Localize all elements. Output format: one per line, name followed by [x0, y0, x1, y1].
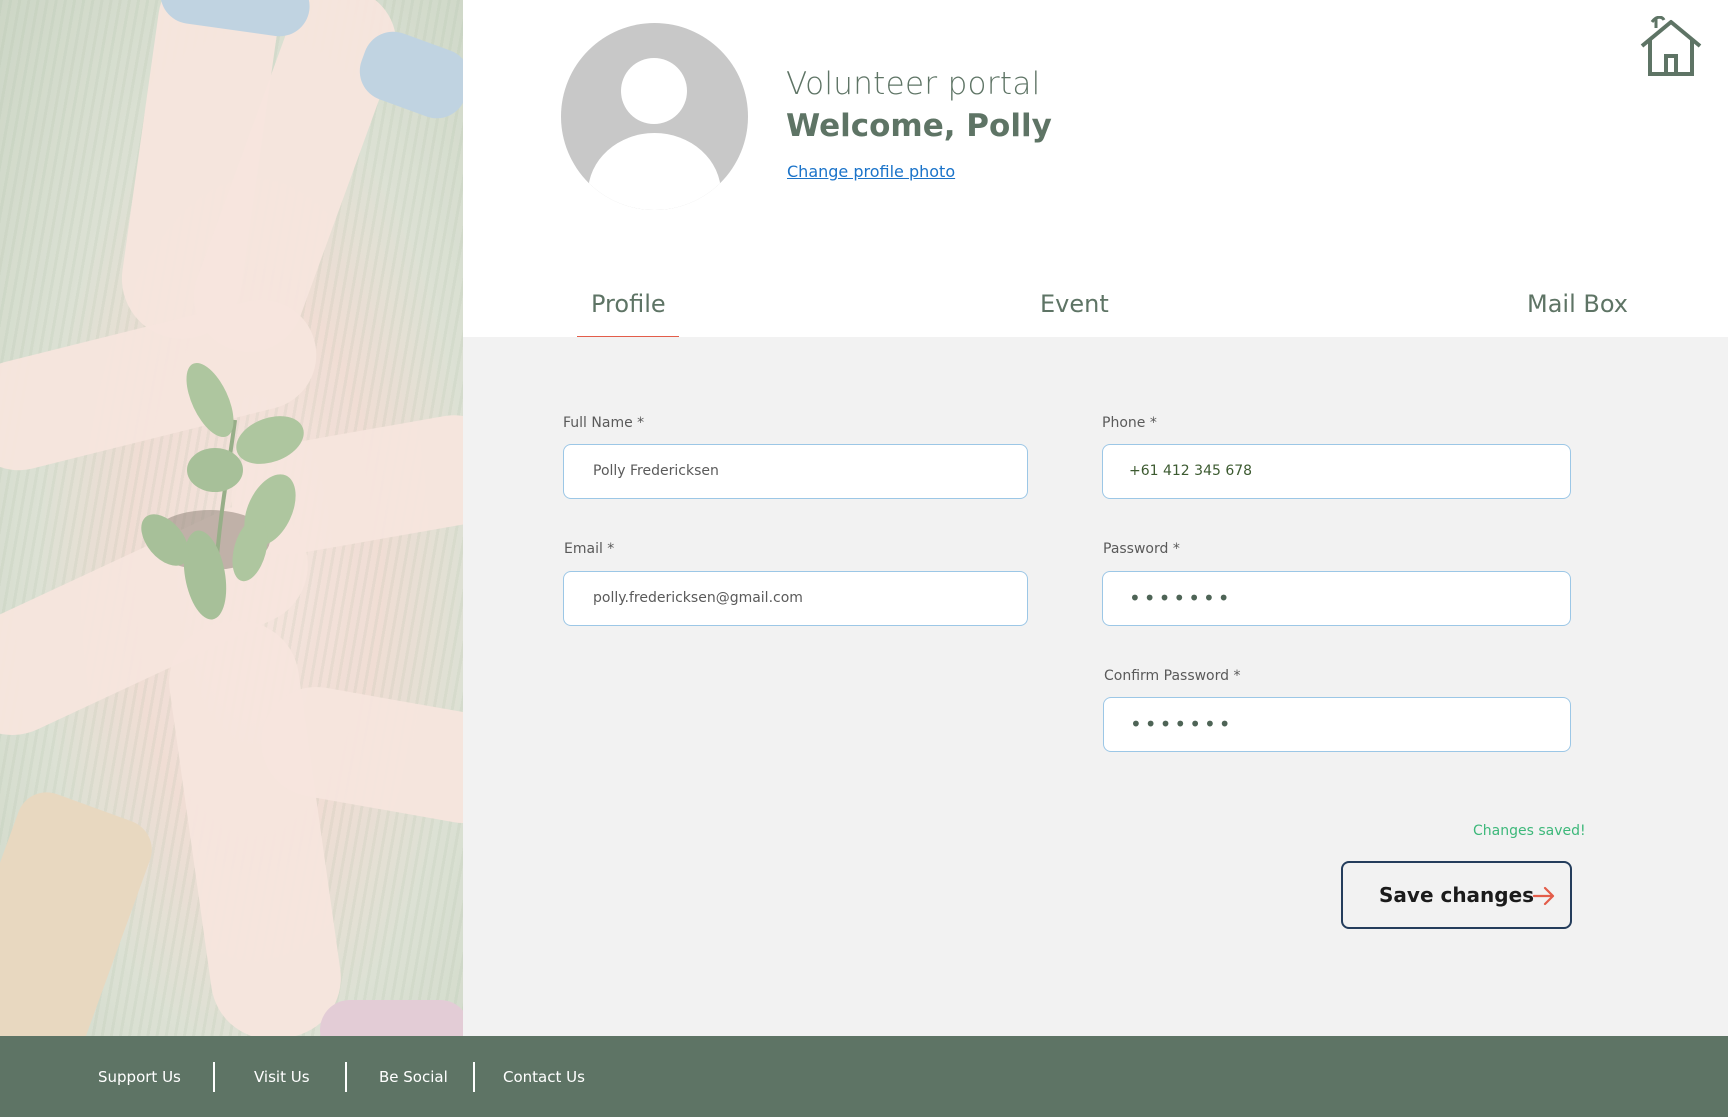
footer-divider — [473, 1062, 475, 1092]
full-name-field[interactable]: Polly Fredericksen — [563, 444, 1028, 499]
footer-divider — [213, 1062, 215, 1092]
tab-bar: Profile Event Mail Box — [463, 270, 1728, 340]
tab-profile[interactable]: Profile — [591, 290, 666, 318]
change-profile-photo-link[interactable]: Change profile photo — [787, 162, 955, 181]
welcome-heading: Welcome, Polly — [786, 108, 1052, 144]
home-icon[interactable] — [1638, 16, 1704, 78]
save-changes-button[interactable]: Save changes — [1341, 861, 1572, 929]
avatar[interactable] — [561, 23, 748, 210]
footer-link-be-social[interactable]: Be Social — [379, 1068, 448, 1086]
phone-label: Phone * — [1102, 415, 1157, 431]
password-field[interactable]: ••••••• — [1102, 571, 1571, 626]
profile-form-panel — [463, 337, 1728, 1036]
hero-image — [0, 0, 463, 1036]
tab-mail-box[interactable]: Mail Box — [1527, 290, 1628, 318]
full-name-label: Full Name * — [563, 415, 645, 431]
tab-event[interactable]: Event — [1040, 290, 1109, 318]
arrow-right-icon — [1532, 886, 1555, 906]
email-field[interactable]: polly.fredericksen@gmail.com — [563, 571, 1028, 626]
footer-divider — [345, 1062, 347, 1092]
footer-link-support-us[interactable]: Support Us — [98, 1068, 181, 1086]
password-label: Password * — [1103, 541, 1180, 557]
confirm-password-label: Confirm Password * — [1104, 668, 1241, 684]
footer: Support Us Visit Us Be Social Contact Us — [0, 1036, 1728, 1117]
save-changes-label: Save changes — [1379, 883, 1535, 907]
footer-link-contact-us[interactable]: Contact Us — [503, 1068, 585, 1086]
footer-link-visit-us[interactable]: Visit Us — [254, 1068, 310, 1086]
confirm-password-field[interactable]: ••••••• — [1103, 697, 1571, 752]
phone-field[interactable]: +61 412 345 678 — [1102, 444, 1571, 499]
portal-title: Volunteer portal — [786, 66, 1041, 102]
save-status-message: Changes saved! — [1473, 823, 1586, 839]
email-label: Email * — [564, 541, 615, 557]
